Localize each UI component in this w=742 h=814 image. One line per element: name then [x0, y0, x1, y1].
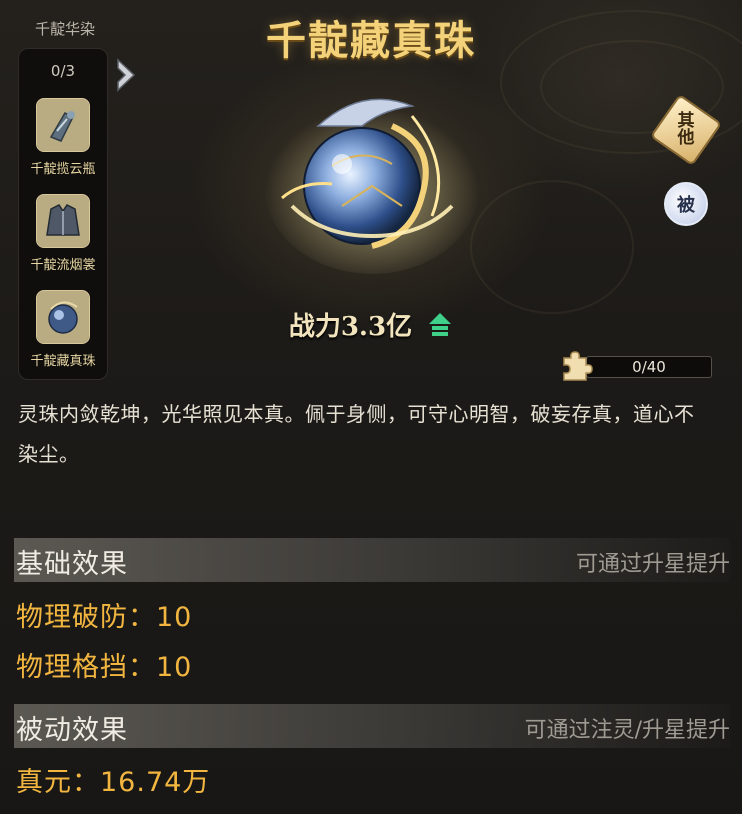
- vase-icon: [36, 98, 90, 152]
- passive-effects-title: 被动效果: [16, 715, 128, 746]
- item-description: 灵珠内敛乾坤，光华照见本真。佩于身侧，可守心明智，破妄存真，道心不染尘。: [18, 402, 695, 466]
- other-button-label: 其他: [677, 111, 695, 148]
- stat-physical-block: 物理格挡：10: [16, 652, 193, 683]
- puzzle-piece-icon: [558, 348, 594, 384]
- set-item-vase[interactable]: 千靛揽云瓶: [18, 98, 108, 177]
- base-effects-hint: 可通过升星提升: [575, 552, 730, 577]
- set-item-label: 千靛揽云瓶: [30, 162, 96, 177]
- passive-effects-header: 被动效果 可通过注灵/升星提升: [14, 704, 730, 748]
- fragment-count: 0/40: [632, 358, 666, 376]
- set-item-robe[interactable]: 千靛流烟裳: [18, 194, 108, 273]
- robe-icon: [36, 194, 90, 248]
- passive-effects-hint: 可通过注灵/升星提升: [524, 718, 730, 743]
- combat-power: 战力3.3亿: [0, 306, 742, 346]
- item-title: 千靛藏真珠: [266, 17, 476, 64]
- upgrade-arrow-icon: [427, 311, 453, 346]
- stat-true-essence: 真元：16.74万: [16, 767, 211, 798]
- base-effects-header: 基础效果 可通过升星提升: [14, 538, 730, 582]
- item-artwork: [262, 86, 482, 276]
- base-effects-title: 基础效果: [16, 549, 128, 580]
- cloud-pattern: [470, 180, 634, 314]
- set-item-label: 千靛藏真珠: [30, 354, 96, 369]
- set-item-label: 千靛流烟裳: [30, 258, 96, 273]
- fragment-progress-bar: 0/40: [586, 356, 712, 378]
- passive-button-label: 被: [677, 195, 695, 216]
- passive-button[interactable]: 被: [664, 182, 708, 226]
- stat-physical-penetration: 物理破防：10: [16, 602, 193, 633]
- combat-power-text: 战力3.3亿: [288, 312, 413, 342]
